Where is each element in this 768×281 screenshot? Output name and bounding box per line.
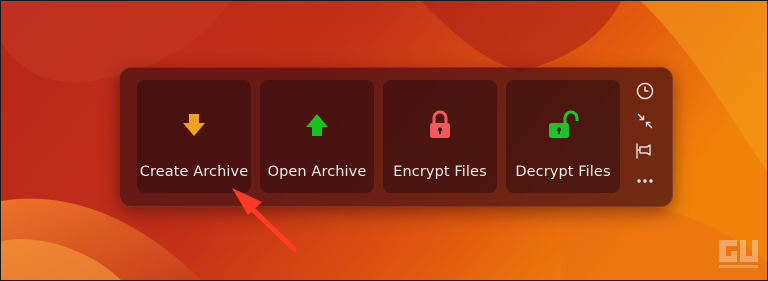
gadgets-to-use-logo — [719, 240, 758, 268]
screenshot-frame: Create Archive Open Archive Encrypt File… — [0, 0, 768, 281]
annotation-arrow — [232, 188, 297, 252]
